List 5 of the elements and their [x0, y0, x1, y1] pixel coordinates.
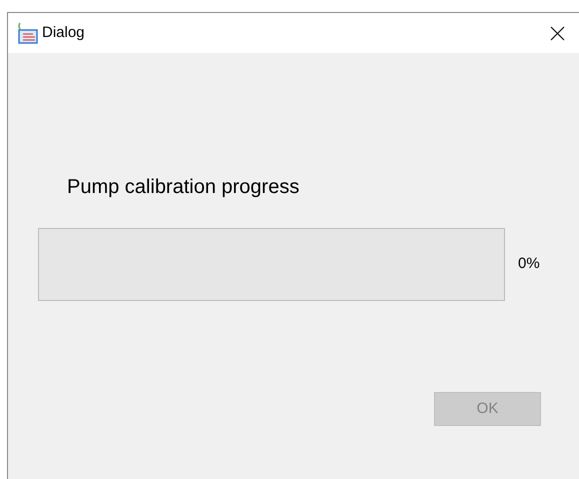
app-icon — [17, 22, 39, 44]
close-icon — [550, 26, 564, 40]
heading: Pump calibration progress — [67, 175, 300, 200]
window-title: Dialog — [42, 22, 85, 43]
progress-reading: 0% — [518, 254, 540, 274]
